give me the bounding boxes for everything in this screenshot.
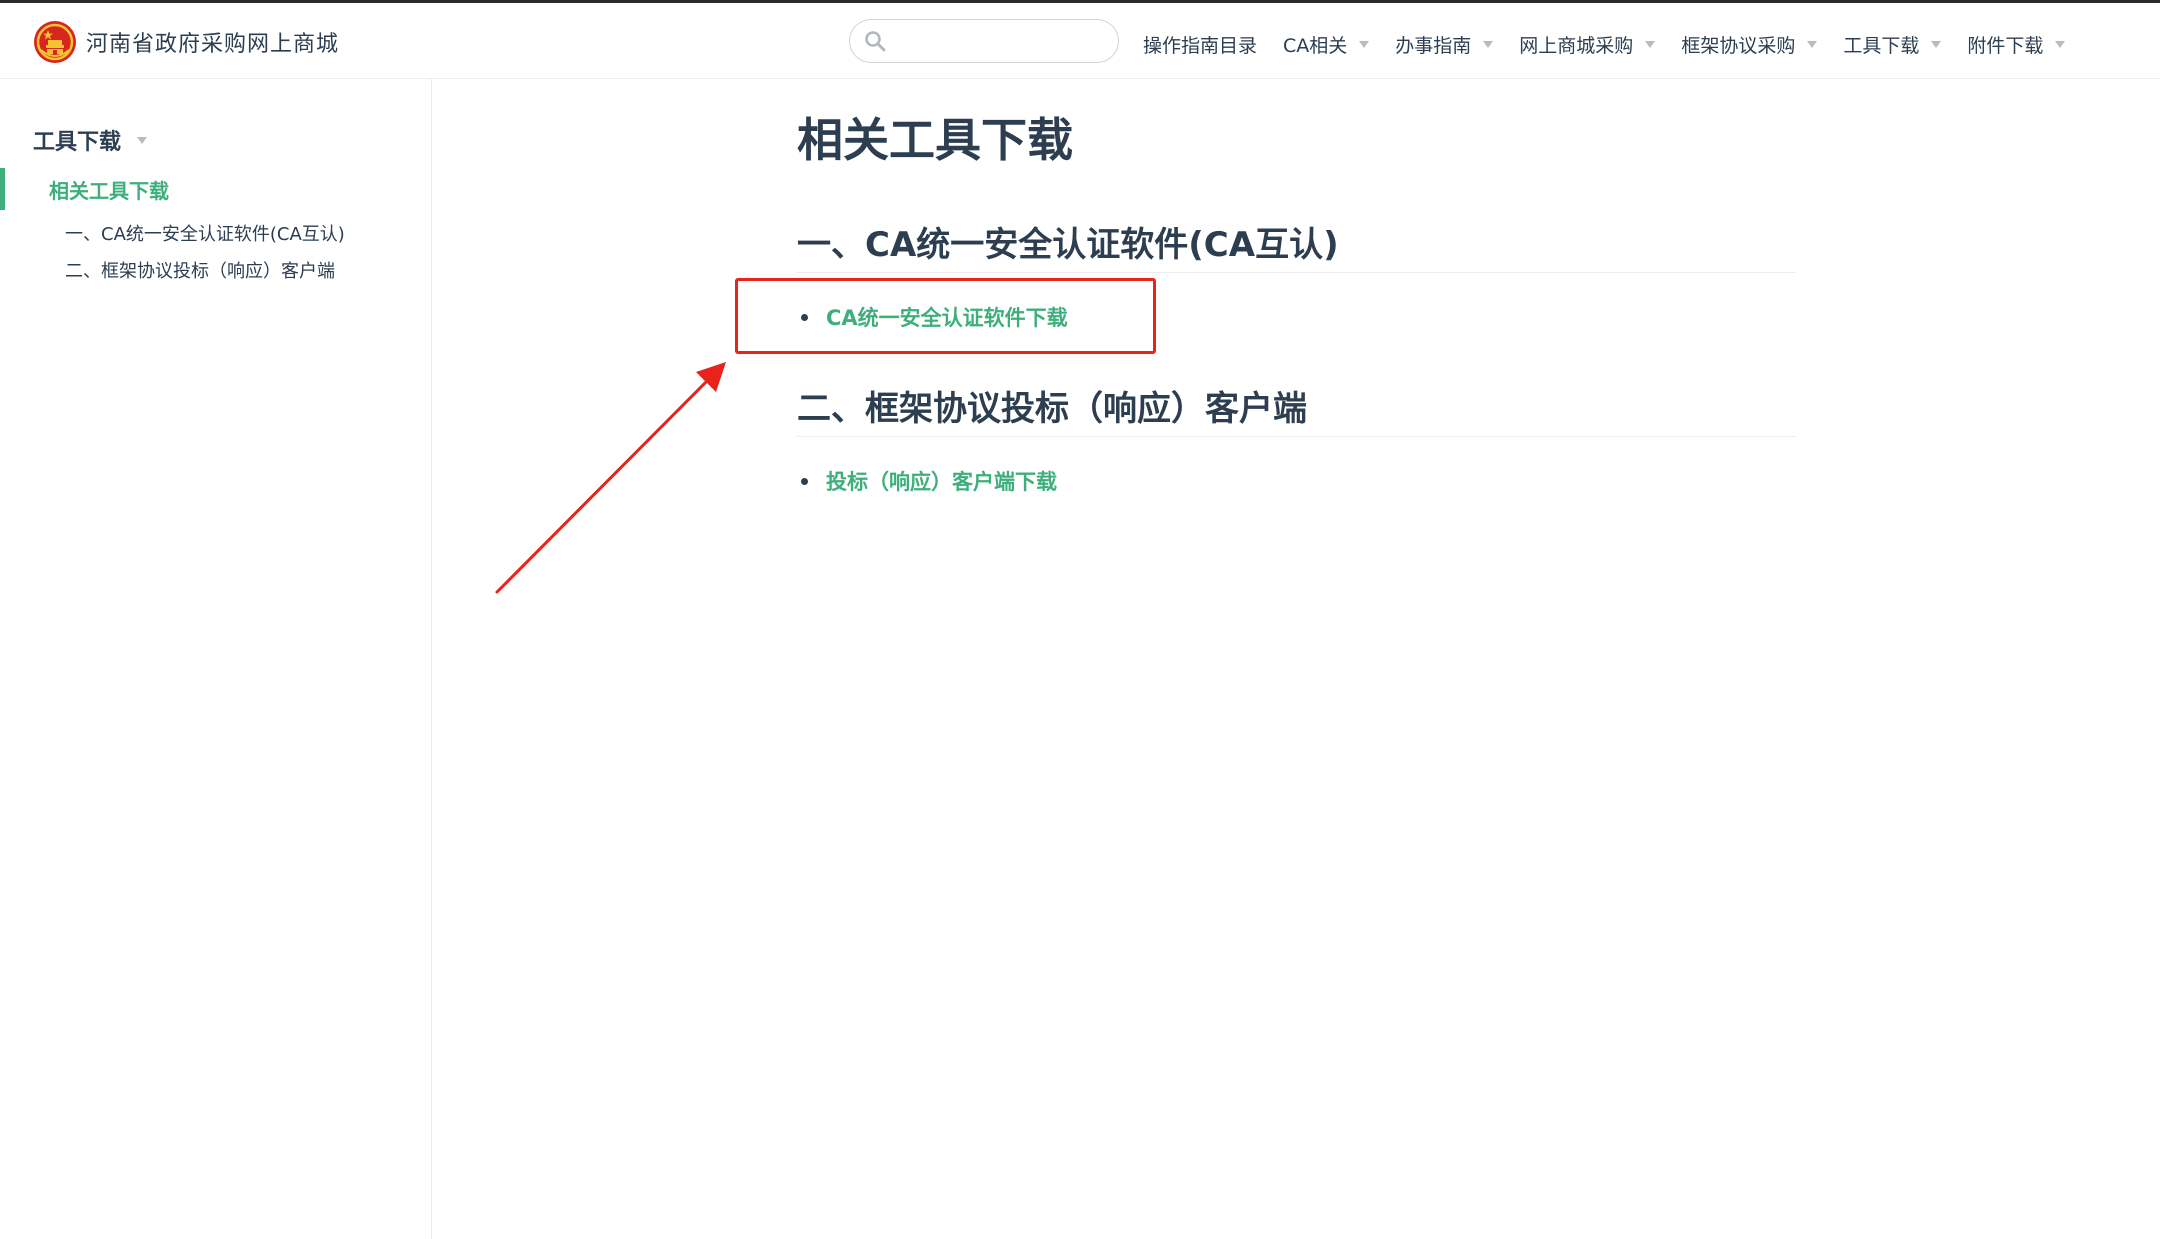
national-emblem-icon [34, 21, 76, 63]
nav-item-attachment-download[interactable]: 附件下载 [1967, 31, 2066, 58]
bullet-icon [801, 477, 808, 485]
nav-item-label: 框架协议采购 [1681, 34, 1796, 57]
page-title: 相关工具下载 [797, 113, 1073, 167]
caret-down-icon [137, 136, 148, 144]
nav-item-label: 工具下载 [1843, 34, 1920, 57]
nav-item-service-guide[interactable]: 办事指南 [1395, 31, 1494, 58]
nav-item-label: CA相关 [1283, 34, 1348, 57]
caret-down-icon [2055, 40, 2066, 48]
section-title-ca-software: 一、CA统一安全认证软件(CA互认) [797, 225, 1796, 273]
sidebar-subitem-ca-software[interactable]: 一、CA统一安全认证软件(CA互认) [65, 220, 345, 246]
brand[interactable]: 河南省政府采购网上商城 [33, 20, 339, 64]
nav-item-framework-purchase[interactable]: 框架协议采购 [1681, 31, 1818, 58]
sidebar: 工具下载 相关工具下载 一、CA统一安全认证软件(CA互认) 二、框架协议投标（… [0, 79, 432, 1239]
caret-down-icon [1359, 40, 1370, 48]
nav-item-label: 网上商城采购 [1519, 34, 1634, 57]
section-title-framework-client: 二、框架协议投标（响应）客户端 [797, 389, 1796, 437]
nav-item-tool-download[interactable]: 工具下载 [1843, 31, 1942, 58]
caret-down-icon [1931, 40, 1942, 48]
caret-down-icon [1807, 40, 1818, 48]
nav-item-label: 操作指南目录 [1143, 34, 1258, 57]
sidebar-subitem-framework-client[interactable]: 二、框架协议投标（响应）客户端 [65, 257, 335, 283]
annotation-highlight-box [735, 278, 1156, 354]
list-item: 投标（响应）客户端下载 [797, 465, 1057, 497]
client-download-link[interactable]: 投标（响应）客户端下载 [826, 466, 1057, 496]
nav-links: 操作指南目录 CA相关 办事指南 网上商城采购 框架协议采购 工具下载 附件下载 [1143, 6, 2066, 82]
caret-down-icon [1483, 40, 1494, 48]
sidebar-group-tool-download[interactable]: 工具下载 [33, 124, 148, 156]
caret-down-icon [1645, 40, 1656, 48]
nav-item-guide-index[interactable]: 操作指南目录 [1143, 31, 1257, 58]
nav-item-mall-purchase[interactable]: 网上商城采购 [1519, 31, 1656, 58]
sidebar-item-related-tools[interactable]: 相关工具下载 [0, 168, 430, 210]
site-name: 河南省政府采购网上商城 [86, 32, 340, 57]
search-input[interactable] [892, 20, 1106, 62]
nav-item-ca[interactable]: CA相关 [1283, 31, 1370, 58]
nav-item-label: 办事指南 [1395, 34, 1472, 57]
search-box[interactable] [849, 19, 1119, 63]
nav-item-label: 附件下载 [1967, 34, 2044, 57]
search-icon [865, 31, 886, 52]
page: 河南省政府采购网上商城 操作指南目录 CA相关 办事指南 网上商城采购 框架协议… [0, 0, 2160, 1239]
sidebar-group-label: 工具下载 [33, 130, 122, 155]
navbar: 河南省政府采购网上商城 操作指南目录 CA相关 办事指南 网上商城采购 框架协议… [0, 3, 2160, 79]
